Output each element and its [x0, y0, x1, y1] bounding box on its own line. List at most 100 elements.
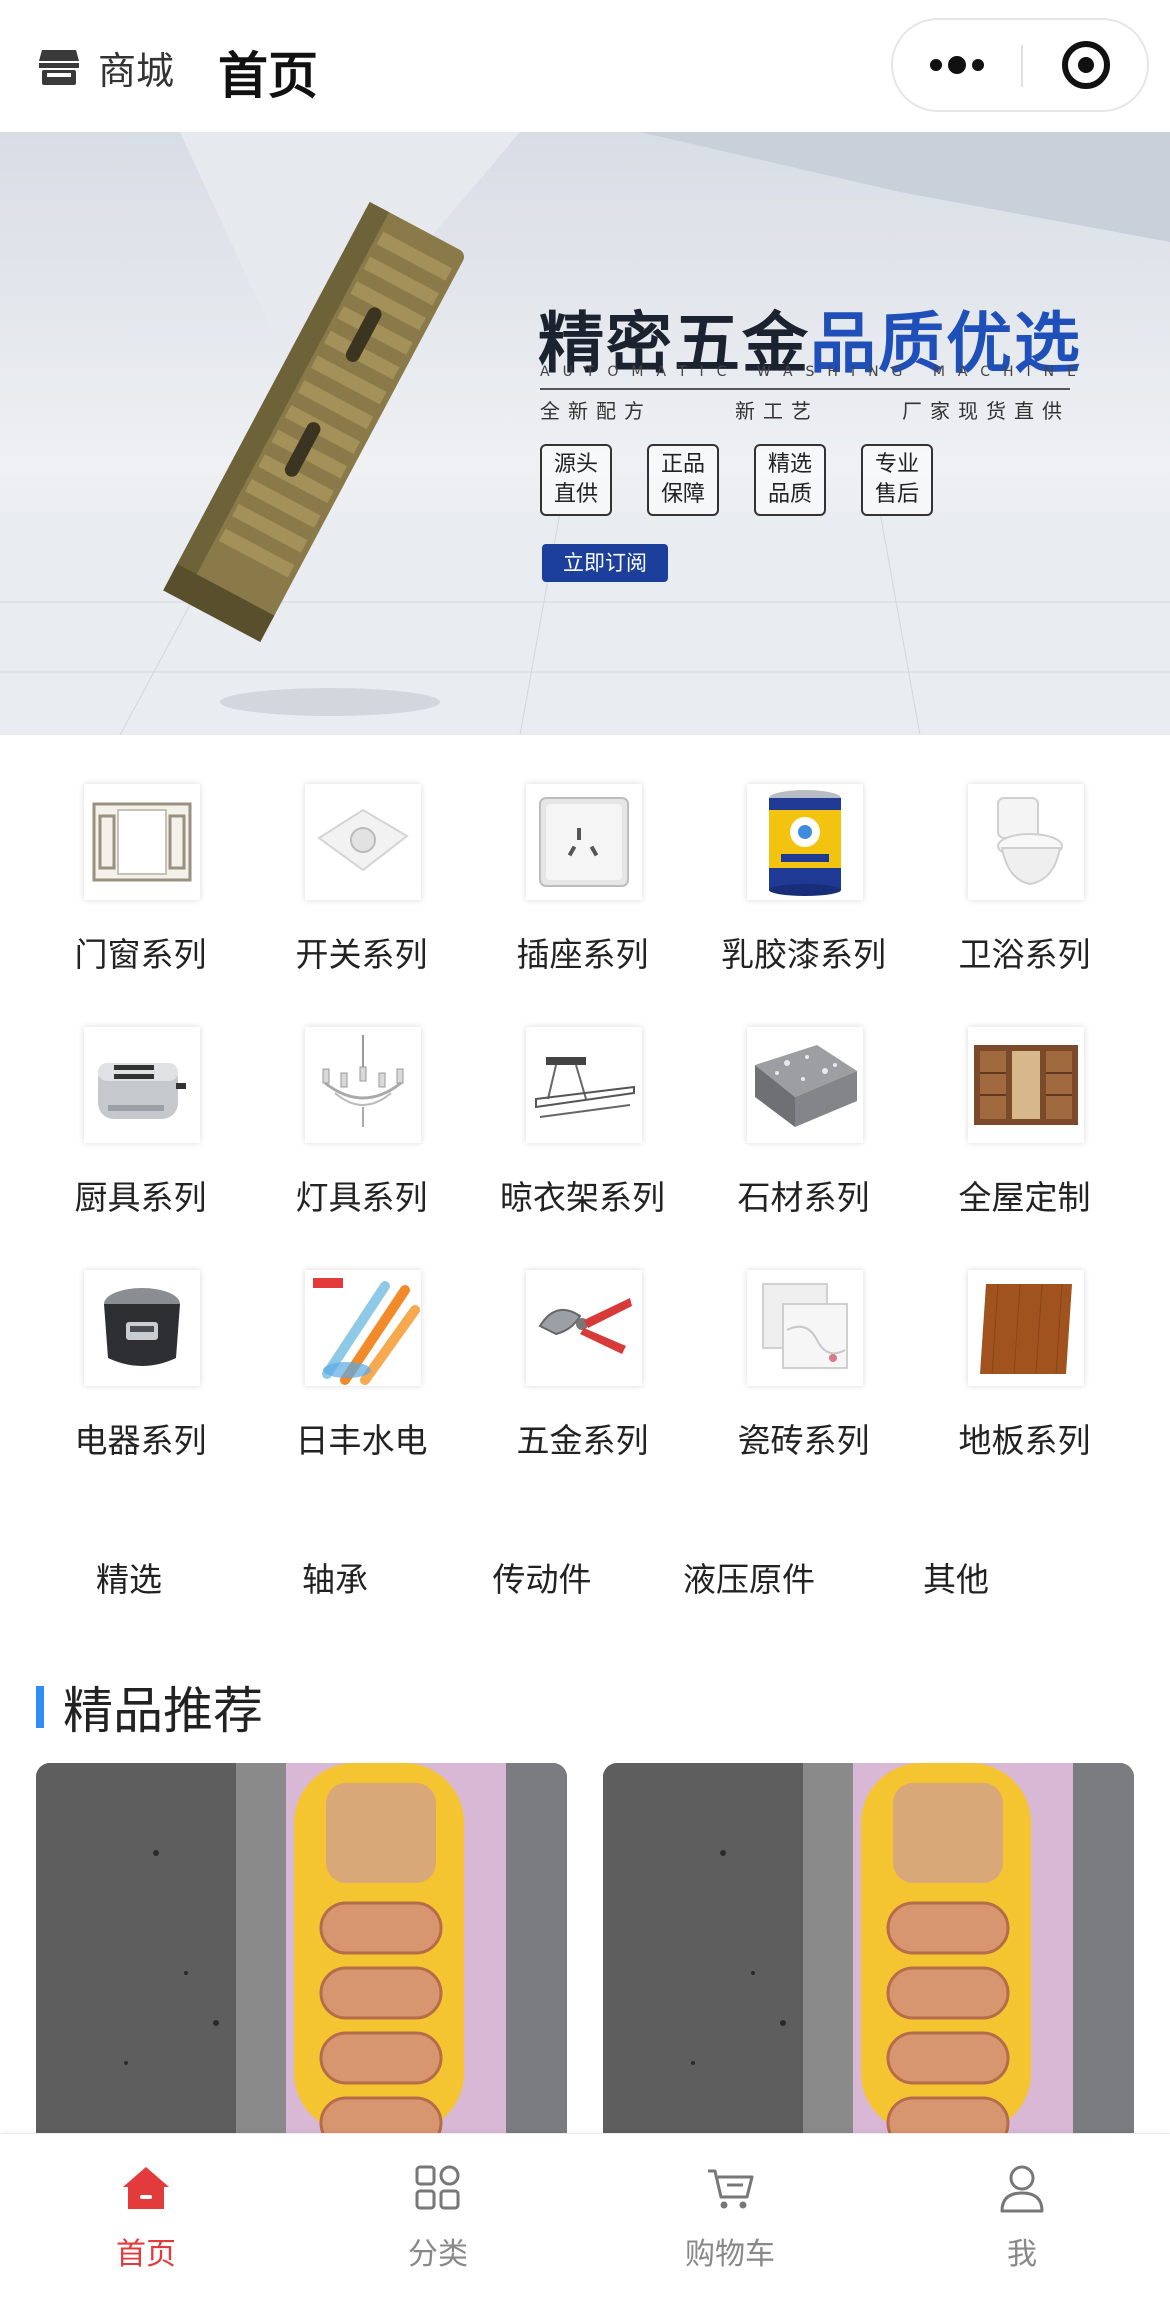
category-label: 晾衣架系列: [500, 1178, 665, 1217]
product-list: [36, 1763, 1134, 2133]
section-title: 精品推荐: [63, 1682, 263, 1740]
category-label: 石材系列: [737, 1178, 870, 1217]
banner-divider: [540, 388, 1070, 390]
category-item-appliances[interactable]: 电器系列: [30, 1221, 251, 1464]
category-item-bathroom[interactable]: 卫浴系列: [914, 735, 1135, 978]
nav-category[interactable]: 分类: [292, 2134, 584, 2313]
category-item-drying-racks[interactable]: 晾衣架系列: [472, 978, 693, 1221]
category-label: 全屋定制: [958, 1178, 1091, 1217]
category-label: 电器系列: [74, 1421, 207, 1460]
category-label: 开关系列: [295, 935, 428, 974]
nav-label: 分类: [408, 2237, 468, 2272]
store-label: 商城: [98, 48, 175, 93]
toilet-icon: [968, 784, 1084, 900]
nav-label: 我: [1007, 2237, 1037, 2272]
banner-feature: 全新配方: [540, 399, 652, 423]
badge-line: 正品: [660, 452, 705, 477]
category-label: 插座系列: [516, 935, 649, 974]
category-item-hardware[interactable]: 五金系列: [472, 1221, 693, 1464]
home-icon: [123, 2167, 169, 2209]
paint-bucket-icon: [747, 784, 863, 900]
category-item-custom-furniture[interactable]: 全屋定制: [914, 978, 1135, 1221]
subscribe-button[interactable]: 立即订阅: [542, 544, 668, 582]
banner-badge: 专业 售后: [861, 444, 933, 516]
store-link[interactable]: 商城: [38, 42, 175, 93]
more-button[interactable]: [893, 20, 1021, 110]
toaster-icon: [84, 1027, 200, 1143]
handguard-rail-image: [163, 201, 465, 716]
granite-stone-icon: [747, 1027, 863, 1143]
category-item-kitchenware[interactable]: 厨具系列: [30, 978, 251, 1221]
category-label: 五金系列: [516, 1421, 649, 1460]
badge-line: 售后: [874, 482, 919, 507]
product-tabs: 精选 轴承 传动件 液压原件 其他: [0, 1545, 1170, 1615]
category-item-lighting[interactable]: 灯具系列: [251, 978, 472, 1221]
product-image: [36, 1763, 567, 2133]
close-button[interactable]: [1023, 20, 1149, 110]
category-label: 卫浴系列: [958, 935, 1091, 974]
badge-line: 直供: [553, 482, 598, 507]
banner-subtitle: AUTOMATIC WASHING MACHINE: [540, 364, 1089, 380]
tab-hydraulic[interactable]: 液压原件: [646, 1545, 852, 1615]
category-label: 瓷砖系列: [737, 1421, 870, 1460]
marble-tile-icon: [747, 1270, 863, 1386]
tab-transmission[interactable]: 传动件: [439, 1545, 645, 1615]
product-card[interactable]: [36, 1763, 567, 2133]
category-item-tiles[interactable]: 瓷砖系列: [693, 1221, 914, 1464]
category-item-sockets[interactable]: 插座系列: [472, 735, 693, 978]
cart-icon: [708, 2169, 754, 2209]
clothes-drying-rack-icon: [526, 1027, 642, 1143]
category-item-doors-windows[interactable]: 门窗系列: [30, 735, 251, 978]
top-bar: 商城 首页: [0, 0, 1170, 132]
category-label: 日丰水电: [295, 1421, 428, 1460]
nav-label: 首页: [116, 2237, 176, 2272]
category-item-latex-paint[interactable]: 乳胶漆系列: [693, 735, 914, 978]
nav-cart[interactable]: 购物车: [584, 2134, 876, 2313]
product-card[interactable]: [603, 1763, 1134, 2133]
custom-wardrobe-icon: [968, 1027, 1084, 1143]
banner-feature: 新工艺: [735, 399, 819, 423]
banner-badges: 源头直供 正品保障 精选品质 专业售后: [540, 444, 933, 516]
nav-label: 购物车: [685, 2237, 775, 2272]
nav-profile[interactable]: 我: [876, 2134, 1168, 2313]
category-grid-icon: [415, 2165, 460, 2210]
product-image: [603, 1763, 1134, 2133]
tab-other[interactable]: 其他: [853, 1545, 1059, 1615]
window-frame-icon: [84, 784, 200, 900]
category-label: 乳胶漆系列: [721, 935, 886, 974]
category-label: 地板系列: [958, 1421, 1091, 1460]
wood-floor-icon: [968, 1270, 1084, 1386]
banner-badge: 精选 品质: [754, 444, 826, 516]
store-icon: [39, 50, 79, 85]
banner-feature: 厂家现货直供: [902, 399, 1070, 423]
badge-line: 专业: [874, 452, 919, 477]
category-item-switches[interactable]: 开关系列: [251, 735, 472, 978]
tab-featured[interactable]: 精选: [26, 1545, 232, 1615]
badge-line: 源头: [553, 452, 598, 477]
category-item-flooring[interactable]: 地板系列: [914, 1221, 1135, 1464]
badge-line: 保障: [660, 482, 705, 507]
section-header: 精品推荐: [36, 1672, 263, 1742]
badge-line: 精选: [767, 452, 812, 477]
banner-features: 全新配方 新工艺 厂家现货直供: [540, 395, 1070, 424]
category-label: 灯具系列: [295, 1178, 428, 1217]
target-circle-icon: [1062, 41, 1110, 89]
pliers-icon: [526, 1270, 642, 1386]
page-title: 首页: [218, 47, 318, 105]
category-item-stone[interactable]: 石材系列: [693, 978, 914, 1221]
bottom-tab-bar: 首页 分类 购物车 我: [0, 2133, 1170, 2313]
more-dots-icon: [930, 56, 984, 74]
water-pipes-icon: [305, 1270, 421, 1386]
wall-dimmer-switch-icon: [305, 784, 421, 900]
nav-home[interactable]: 首页: [0, 2134, 292, 2313]
tab-bearings[interactable]: 轴承: [232, 1545, 438, 1615]
mini-program-capsule: [891, 18, 1149, 112]
banner-badge: 正品 保障: [647, 444, 719, 516]
wall-socket-icon: [526, 784, 642, 900]
chandelier-icon: [305, 1027, 421, 1143]
promo-banner[interactable]: 精密五金品质优选 AUTOMATIC WASHING MACHINE 全新配方 …: [0, 132, 1170, 735]
category-item-rifeng-plumbing[interactable]: 日丰水电: [251, 1221, 472, 1464]
category-label: 厨具系列: [74, 1178, 207, 1217]
section-accent-bar: [36, 1686, 44, 1728]
badge-line: 品质: [767, 482, 812, 507]
